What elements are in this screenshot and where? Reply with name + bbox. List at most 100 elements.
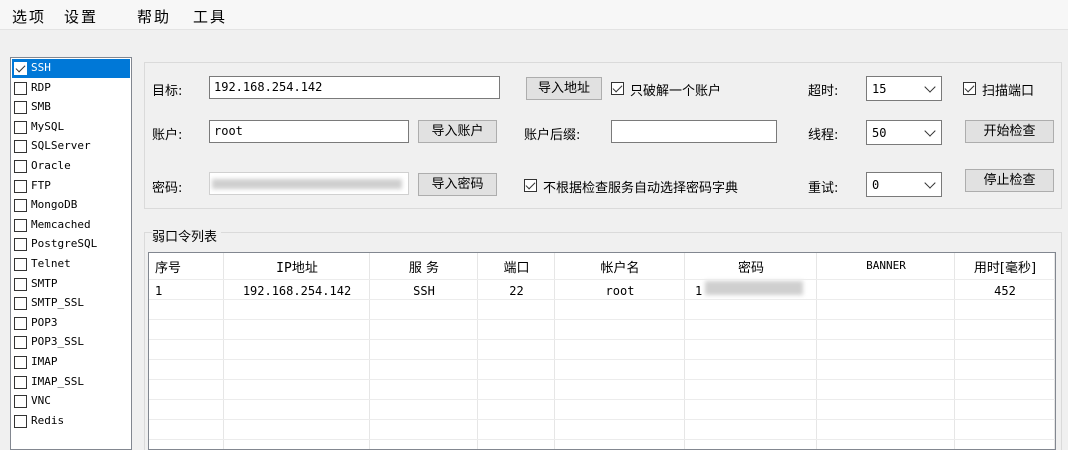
header-password[interactable]: 密码 (685, 257, 817, 276)
service-item-pop3-ssl[interactable]: POP3_SSL (12, 333, 130, 352)
menu-tools[interactable]: 工具 (193, 6, 227, 27)
cell-ip: 192.168.254.142 (242, 284, 352, 298)
checkbox-icon (524, 179, 537, 192)
checkbox-icon[interactable] (14, 199, 27, 213)
header-banner[interactable]: BANNER (817, 259, 955, 272)
retry-label: 重试: (808, 181, 839, 196)
service-label: Oracle (31, 159, 71, 172)
service-item-imap-ssl[interactable]: IMAP_SSL (12, 373, 130, 392)
header-time[interactable]: 用时[毫秒] (955, 257, 1055, 276)
checkbox-icon[interactable] (14, 258, 27, 271)
threads-select[interactable]: 50 (866, 120, 942, 145)
only-one-account-label: 只破解一个账户 (630, 84, 722, 99)
stop-check-button[interactable]: 停止检查 (965, 169, 1054, 192)
service-item-ssh[interactable]: SSH (12, 59, 130, 78)
chevron-down-icon (924, 125, 936, 137)
service-label: MongoDB (31, 198, 78, 212)
results-table[interactable]: 序号 IP地址 服 务 端口 帐户名 密码 BANNER 用时[毫秒] 1 19… (148, 252, 1056, 450)
row-divider (149, 379, 1055, 380)
service-item-oracle[interactable]: Oracle (12, 157, 130, 176)
header-ip[interactable]: IP地址 (224, 257, 370, 276)
menu-options[interactable]: 选项 (12, 6, 46, 27)
service-item-memcached[interactable]: Memcached (12, 216, 130, 235)
import-account-button[interactable]: 导入账户 (418, 120, 497, 143)
retry-select[interactable]: 0 (866, 172, 942, 197)
service-item-smtp-ssl[interactable]: SMTP_SSL (12, 294, 130, 313)
menu-settings[interactable]: 设置 (64, 6, 98, 27)
checkbox-icon[interactable] (14, 62, 27, 75)
table-title: 弱口令列表 (152, 226, 222, 245)
cell-no: 1 (155, 284, 163, 298)
cell-password: 1 (695, 284, 703, 298)
service-item-smtp[interactable]: SMTP (12, 275, 130, 294)
header-port[interactable]: 端口 (478, 257, 555, 276)
target-input[interactable]: 192.168.254.142 (209, 76, 500, 99)
checkbox-icon[interactable] (14, 140, 27, 154)
service-item-redis[interactable]: Redis (12, 412, 130, 431)
checkbox-icon[interactable] (14, 81, 27, 95)
checkbox-icon[interactable] (14, 101, 27, 115)
import-password-button[interactable]: 导入密码 (418, 173, 497, 196)
redacted-password-mask (212, 179, 402, 189)
checkbox-icon (611, 82, 624, 95)
checkbox-icon[interactable] (14, 160, 27, 173)
service-item-mysql[interactable]: MySQL (12, 118, 130, 137)
scan-port-label: 扫描端口 (982, 84, 1035, 99)
service-item-imap[interactable]: IMAP (12, 353, 130, 372)
column-divider (370, 253, 478, 449)
service-list[interactable]: SSH RDP SMB MySQL SQLServer Oracle FTP MongoDB M… (10, 57, 132, 450)
timeout-label: 超时: (808, 84, 839, 99)
cell-service: SSH (413, 284, 435, 298)
service-label: FTP (31, 178, 51, 192)
column-divider (555, 253, 685, 449)
checkbox-icon[interactable] (14, 238, 27, 252)
row-divider (149, 319, 1055, 320)
service-item-vnc[interactable]: VNC (12, 392, 130, 411)
service-label: SSH (31, 61, 51, 74)
column-divider (149, 253, 224, 449)
checkbox-icon[interactable] (14, 179, 27, 193)
service-label: VNC (31, 394, 51, 408)
redacted-password-mask (705, 281, 803, 295)
password-input[interactable] (209, 172, 409, 195)
menu-help[interactable]: 帮助 (137, 6, 171, 27)
checkbox-icon[interactable] (14, 297, 27, 311)
account-suffix-input[interactable] (611, 120, 777, 143)
checkbox-icon[interactable] (14, 375, 27, 389)
service-item-telnet[interactable]: Telnet (12, 255, 130, 274)
service-item-pop3[interactable]: POP3 (12, 314, 130, 333)
service-label: Telnet (31, 257, 71, 270)
import-address-button[interactable]: 导入地址 (526, 77, 602, 100)
column-divider (955, 253, 1055, 449)
header-no[interactable]: 序号 (155, 257, 181, 276)
service-item-sqlserver[interactable]: SQLServer (12, 137, 130, 156)
service-label: IMAP (31, 355, 58, 368)
start-check-button[interactable]: 开始检查 (965, 120, 1054, 143)
service-item-rdp[interactable]: RDP (12, 79, 130, 98)
service-item-mongodb[interactable]: MongoDB (12, 196, 130, 215)
timeout-select[interactable]: 15 (866, 76, 942, 101)
checkbox-icon[interactable] (14, 336, 27, 350)
service-item-ftp[interactable]: FTP (12, 177, 130, 196)
row-divider (149, 299, 1055, 300)
column-divider (817, 253, 955, 449)
service-label: SMTP (31, 276, 58, 290)
service-item-postgresql[interactable]: PostgreSQL (12, 235, 130, 254)
service-label: PostgreSQL (31, 237, 98, 251)
service-item-smb[interactable]: SMB (12, 98, 130, 117)
checkbox-icon[interactable] (14, 120, 27, 134)
checkbox-icon[interactable] (14, 395, 27, 409)
header-service[interactable]: 服 务 (370, 257, 478, 276)
checkbox-icon[interactable] (14, 277, 27, 291)
checkbox-icon[interactable] (14, 356, 27, 369)
checkbox-icon[interactable] (14, 316, 27, 330)
chevron-down-icon (924, 177, 936, 189)
retry-value: 0 (872, 178, 880, 192)
row-divider (149, 339, 1055, 340)
account-input[interactable]: root (209, 120, 409, 143)
header-user[interactable]: 帐户名 (555, 257, 685, 276)
row-divider (149, 419, 1055, 420)
checkbox-icon[interactable] (14, 414, 27, 428)
service-label: RDP (31, 80, 51, 94)
checkbox-icon[interactable] (14, 218, 27, 232)
